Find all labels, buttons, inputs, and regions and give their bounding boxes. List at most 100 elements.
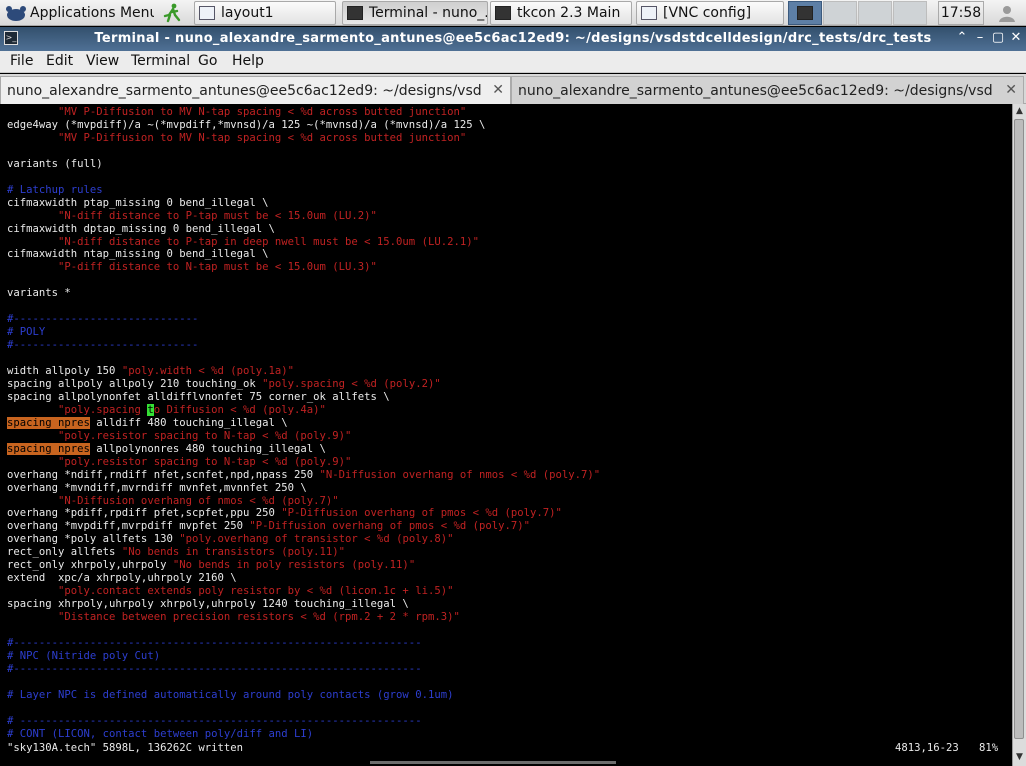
search-highlight: spacing npres xyxy=(7,442,90,455)
scroll-up-arrow-icon[interactable]: ▲ xyxy=(1014,104,1025,118)
terminal-line: # Latchup rules xyxy=(7,184,103,197)
close-button[interactable]: ✕ xyxy=(1008,30,1024,46)
taskbar-window-label: [VNC config] xyxy=(663,5,752,21)
terminal-text: "N-Diffusion overhang of nmos < %d (poly… xyxy=(319,468,601,481)
tab-terminal-1[interactable]: nuno_alexandre_sarmento_antunes@ee5c6ac1… xyxy=(0,76,511,104)
terminal-text: rect_only allfets xyxy=(7,546,122,559)
vertical-scrollbar[interactable]: ▲ ▼ xyxy=(1012,104,1026,766)
terminal-line: "MV P-Diffusion to MV N-tap spacing < %d… xyxy=(7,132,466,145)
terminal-line: "N-diff distance to P-tap must be < 15.0… xyxy=(7,210,377,223)
window-icon xyxy=(641,6,657,20)
terminal-text: # Layer NPC is defined automatically aro… xyxy=(7,688,454,701)
terminal-line: extend xpc/a xhrpoly,uhrpoly 2160 \ xyxy=(7,572,237,585)
terminal-output[interactable]: "MV P-Diffusion to MV N-tap spacing < %d… xyxy=(0,104,1012,758)
menu-terminal[interactable]: Terminal xyxy=(131,53,190,69)
running-man-icon xyxy=(163,3,181,23)
maximize-button[interactable]: ▢ xyxy=(990,30,1006,46)
window-titlebar[interactable]: >_ Terminal - nuno_alexandre_sarmento_an… xyxy=(0,27,1026,51)
terminal-text: o Diffusion < %d (poly.4a)" xyxy=(153,403,326,416)
terminal-line: "poly.contact extends poly resistor by <… xyxy=(7,585,453,598)
minimize-button[interactable]: – xyxy=(972,30,988,46)
terminal-text: "No bends in poly resistors (poly.11)" xyxy=(172,559,416,572)
tab-bar: nuno_alexandre_sarmento_antunes@ee5c6ac1… xyxy=(0,74,1026,104)
terminal-text: "MV P-Diffusion to MV N-tap spacing < %d… xyxy=(7,131,467,144)
close-tab-icon[interactable]: ✕ xyxy=(1005,82,1017,98)
terminal-text: #----------------------------- xyxy=(7,313,199,326)
terminal-line: spacing xhrpoly,uhrpoly xhrpoly,uhrpoly … xyxy=(7,598,409,611)
menu-view[interactable]: View xyxy=(86,53,119,69)
terminal-text: # --------------------------------------… xyxy=(7,714,422,727)
taskbar-window-tkcon[interactable]: tkcon 2.3 Main xyxy=(490,1,632,25)
terminal-text: "poly.spacing < %d (poly.2)" xyxy=(262,377,441,390)
terminal-text: cifmaxwidth ntap_missing 0 bend_illegal … xyxy=(7,248,269,261)
terminal-line: edge4way (*mvpdiff)/a ~(*mvpdiff,*mvnsd)… xyxy=(7,119,485,132)
terminal-text: spacing allpolynonfet alldifflvnonfet 75… xyxy=(7,390,390,403)
terminal-text: variants (full) xyxy=(7,157,103,170)
terminal-line: overhang *ndiff,rndiff nfet,scnfet,npd,n… xyxy=(7,469,600,482)
taskbar-window-layout1[interactable]: layout1 xyxy=(194,1,336,25)
terminal-text: edge4way (*mvpdiff)/a ~(*mvpdiff,*mvnsd)… xyxy=(7,118,486,131)
menu-help[interactable]: Help xyxy=(232,53,264,69)
terminal-text: "poly.resistor spacing to N-tap < %d (po… xyxy=(7,429,352,442)
taskbar-window-vnc-config[interactable]: [VNC config] xyxy=(636,1,784,25)
clock: 17:58 xyxy=(938,1,984,25)
terminal-line: rect_only allfets "No bends in transisto… xyxy=(7,546,345,559)
terminal-text: rect_only xhrpoly,uhrpoly xyxy=(7,559,173,572)
terminal-text: # POLY xyxy=(7,326,46,339)
scrollbar-thumb[interactable] xyxy=(1014,119,1024,739)
terminal-text: "poly.contact extends poly resistor by <… xyxy=(7,585,454,598)
taskbar-window-label: layout1 xyxy=(221,5,274,21)
workspace-2[interactable] xyxy=(823,1,857,25)
applications-menu-button[interactable]: Applications Menu xyxy=(4,1,154,25)
terminal-text: width allpoly 150 xyxy=(7,365,122,377)
terminal-text: # NPC (Nitride poly Cut) xyxy=(7,649,161,662)
terminal-text: overhang *mvndiff,mvrndiff mvnfet,mvnnfe… xyxy=(7,481,307,494)
terminal-line: width allpoly 150 "poly.width < %d (poly… xyxy=(7,365,294,378)
terminal-text: "N-diff distance to P-tap must be < 15.0… xyxy=(7,209,377,222)
terminal-text: overhang *ndiff,rndiff nfet,scnfet,npd,n… xyxy=(7,468,320,481)
scroll-down-arrow-icon[interactable]: ▼ xyxy=(1014,750,1025,764)
menu-edit[interactable]: Edit xyxy=(46,53,73,69)
terminal-line: #----------------------------- xyxy=(7,313,198,326)
user-avatar-icon xyxy=(999,6,1015,22)
taskbar-window-label: Terminal - nuno_... xyxy=(369,5,488,21)
terminal-line: # Layer NPC is defined automatically aro… xyxy=(7,689,453,702)
terminal-text: #----------------------------- xyxy=(7,339,199,352)
terminal-text: cifmaxwidth ptap_missing 0 bend_illegal … xyxy=(7,196,269,209)
cursor-position: 4813,16-23 xyxy=(895,742,959,754)
terminal-line: "N-Diffusion overhang of nmos < %d (poly… xyxy=(7,495,339,508)
window-title: Terminal - nuno_alexandre_sarmento_antun… xyxy=(94,31,932,46)
launcher-button[interactable] xyxy=(158,1,186,25)
workspace-1[interactable] xyxy=(788,1,822,25)
terminal-text: "MV P-Diffusion to MV N-tap spacing < %d… xyxy=(7,106,467,118)
terminal-text: overhang *mvpdiff,mvrpdiff mvpfet 250 xyxy=(7,520,250,533)
terminal-line: "MV P-Diffusion to MV N-tap spacing < %d… xyxy=(7,106,466,119)
tab-label: nuno_alexandre_sarmento_antunes@ee5c6ac1… xyxy=(518,83,992,99)
user-icon[interactable] xyxy=(990,1,1024,25)
close-tab-icon[interactable]: ✕ xyxy=(492,82,504,98)
terminal-text: allpolynonres 480 touching_illegal \ xyxy=(89,442,326,455)
terminal-line: spacing npres allpolynonres 480 touching… xyxy=(7,442,326,456)
menu-go[interactable]: Go xyxy=(198,53,217,69)
terminal-text: "poly.resistor spacing to N-tap < %d (po… xyxy=(7,455,352,468)
resize-grip[interactable] xyxy=(370,761,616,764)
terminal-text: #---------------------------------------… xyxy=(7,636,422,649)
terminal-text: "N-Diffusion overhang of nmos < %d (poly… xyxy=(7,494,339,507)
workspace-3[interactable] xyxy=(858,1,892,25)
terminal-text: extend xpc/a xhrpoly,uhrpoly 2160 \ xyxy=(7,572,237,585)
menu-file[interactable]: File xyxy=(10,53,33,69)
terminal-line: #----------------------------- xyxy=(7,339,198,352)
terminal-line: # NPC (Nitride poly Cut) xyxy=(7,650,160,663)
terminal-text: variants * xyxy=(7,287,71,300)
status-message: "sky130A.tech" 5898L, 136262C written xyxy=(7,742,243,754)
terminal-line: overhang *poly allfets 130 "poly.overhan… xyxy=(7,533,453,546)
tab-terminal-2[interactable]: nuno_alexandre_sarmento_antunes@ee5c6ac1… xyxy=(511,76,1024,104)
terminal-line: "poly.spacing to Diffusion < %d (poly.4a… xyxy=(7,403,326,417)
taskbar-window-terminal[interactable]: Terminal - nuno_... xyxy=(342,1,488,25)
terminal-text: "poly.overhang of transistor < %d (poly.… xyxy=(179,533,454,546)
terminal-text: "P-Diffusion overhang of pmos < %d (poly… xyxy=(249,520,531,533)
shade-button[interactable]: ⌃ xyxy=(954,30,970,46)
terminal-text: "Distance between precision resistors < … xyxy=(7,611,460,624)
workspace-4[interactable] xyxy=(893,1,927,25)
terminal-line: overhang *mvndiff,mvrndiff mvnfet,mvnnfe… xyxy=(7,482,307,495)
